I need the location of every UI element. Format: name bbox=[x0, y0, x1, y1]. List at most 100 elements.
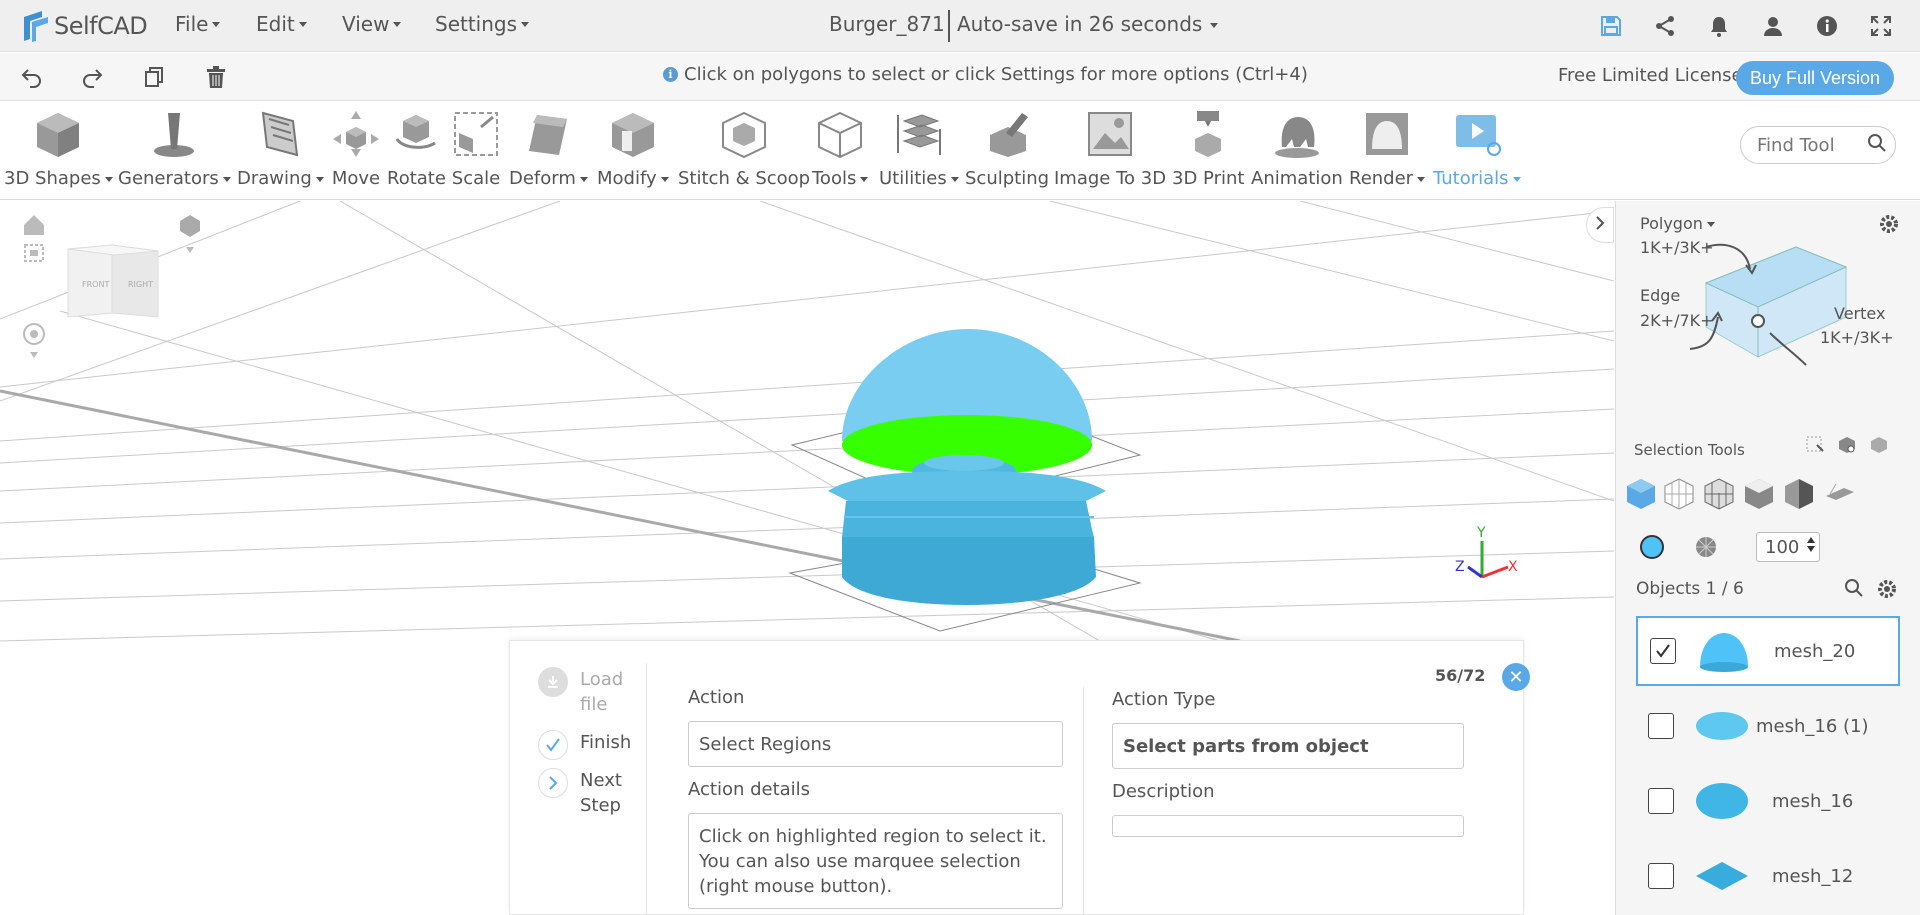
fit-view-icon[interactable] bbox=[24, 244, 44, 262]
select-face-grid-icon[interactable] bbox=[1702, 476, 1736, 510]
tool-tutorials[interactable]: Tutorials bbox=[1433, 102, 1521, 200]
tool-3d-print[interactable]: 3D Print bbox=[1172, 102, 1244, 200]
bell-icon[interactable] bbox=[1705, 12, 1733, 40]
collapse-panel-button[interactable] bbox=[1586, 207, 1614, 243]
vertex-label[interactable]: Vertex bbox=[1834, 304, 1885, 323]
object-row-mesh-20[interactable]: mesh_20 bbox=[1636, 616, 1900, 686]
action-details-field: Click on highlighted region to select it… bbox=[688, 813, 1063, 909]
tool-modify[interactable]: Modify bbox=[597, 102, 669, 200]
object-row-mesh-16[interactable]: mesh_16 bbox=[1636, 766, 1900, 836]
chevron-down-icon bbox=[1417, 176, 1426, 182]
color-swatch[interactable] bbox=[1640, 535, 1664, 559]
marquee-select-icon[interactable] bbox=[1805, 435, 1825, 460]
user-icon[interactable] bbox=[1759, 12, 1787, 40]
tool-generators[interactable]: Generators bbox=[118, 102, 231, 200]
object-checkbox[interactable] bbox=[1648, 863, 1674, 889]
object-row-mesh-16-1[interactable]: mesh_16 (1) bbox=[1636, 691, 1900, 761]
info-icon[interactable] bbox=[1813, 12, 1841, 40]
find-tool-input[interactable] bbox=[1757, 134, 1867, 156]
select-object-icon[interactable] bbox=[1624, 476, 1658, 510]
logo-text: SelfCAD bbox=[54, 12, 148, 40]
selfcad-logo[interactable]: SelfCAD bbox=[20, 6, 148, 46]
close-tutorial-button[interactable]: ✕ bbox=[1502, 663, 1530, 691]
tool-label: Modify bbox=[597, 168, 657, 189]
object-checkbox[interactable] bbox=[1648, 713, 1674, 739]
tool-scale[interactable]: Scale bbox=[449, 102, 503, 200]
sculpting-icon bbox=[980, 106, 1034, 162]
share-icon[interactable] bbox=[1651, 12, 1679, 40]
tool-stitch-scoop[interactable]: Stitch & Scoop bbox=[678, 102, 810, 200]
select-polygon-grid-icon[interactable] bbox=[1662, 476, 1696, 510]
document-title[interactable]: Burger_871 bbox=[829, 12, 945, 36]
info-icon: i bbox=[663, 67, 678, 82]
tool-3d-shapes[interactable]: 3D Shapes bbox=[4, 102, 113, 200]
tool-label: Deform bbox=[509, 168, 576, 189]
object-checkbox[interactable] bbox=[1650, 638, 1676, 664]
selection-tools-label: Selection Tools bbox=[1634, 441, 1745, 459]
view-cube[interactable]: FRONT RIGHT bbox=[67, 244, 159, 318]
search-icon[interactable] bbox=[1867, 133, 1887, 158]
chevron-down-icon bbox=[298, 21, 307, 27]
find-tool-search[interactable] bbox=[1740, 126, 1896, 164]
license-label: Free Limited License bbox=[1558, 65, 1743, 86]
scale-icon bbox=[449, 106, 503, 162]
object-checkbox[interactable] bbox=[1648, 788, 1674, 814]
rotate-icon bbox=[389, 106, 443, 162]
stepper-arrows-icon[interactable] bbox=[1807, 537, 1815, 552]
title-separator bbox=[948, 10, 950, 42]
select-all-icon[interactable] bbox=[1869, 435, 1889, 460]
object-row-mesh-12[interactable]: mesh_12 bbox=[1636, 841, 1900, 911]
redo-icon[interactable] bbox=[78, 63, 106, 91]
select-connected-icon[interactable] bbox=[1837, 435, 1857, 460]
buy-full-version-button[interactable]: Buy Full Version bbox=[1736, 61, 1894, 95]
brush-size-value: 100 bbox=[1765, 536, 1800, 558]
search-icon[interactable] bbox=[1844, 578, 1864, 603]
action-type-field: Select parts from object bbox=[1112, 723, 1464, 769]
chevron-down-icon bbox=[521, 21, 530, 27]
tool-drawing[interactable]: Drawing bbox=[237, 102, 324, 200]
step-finish[interactable]: Finish bbox=[538, 730, 650, 760]
menu-edit[interactable]: Edit bbox=[256, 12, 307, 36]
camera-target-icon[interactable] bbox=[23, 323, 45, 358]
tool-sculpting[interactable]: Sculpting bbox=[965, 102, 1049, 200]
chevron-down-icon bbox=[660, 176, 669, 182]
mesh-dome-icon bbox=[1694, 626, 1754, 676]
edge-count: 2K+/7K+ bbox=[1640, 311, 1714, 330]
select-edge-icon[interactable] bbox=[1742, 476, 1776, 510]
tool-move[interactable]: Move bbox=[329, 102, 383, 200]
view-cube-front-label: FRONT bbox=[82, 280, 109, 289]
gear-icon[interactable] bbox=[1878, 213, 1900, 240]
select-half-icon[interactable] bbox=[1782, 476, 1816, 510]
copy-icon[interactable] bbox=[140, 63, 168, 91]
step-load-file[interactable]: Load file bbox=[538, 667, 640, 717]
save-icon[interactable] bbox=[1597, 12, 1625, 40]
tool-utilities[interactable]: Utilities bbox=[879, 102, 959, 200]
burger-model[interactable] bbox=[828, 329, 1106, 605]
brush-size-stepper[interactable]: 100 bbox=[1756, 532, 1820, 562]
3d-print-icon bbox=[1181, 106, 1235, 162]
chevron-down-icon bbox=[222, 176, 231, 182]
tool-tools[interactable]: Tools bbox=[812, 102, 869, 200]
select-plane-icon[interactable] bbox=[1822, 476, 1856, 510]
menu-view[interactable]: View bbox=[342, 12, 402, 36]
home-icon[interactable] bbox=[24, 215, 44, 235]
fullscreen-icon[interactable] bbox=[1867, 12, 1895, 40]
step-next[interactable]: Next Step bbox=[538, 768, 640, 818]
undo-icon[interactable] bbox=[18, 63, 46, 91]
edge-label[interactable]: Edge bbox=[1640, 286, 1680, 305]
tool-deform[interactable]: Deform bbox=[509, 102, 588, 200]
tool-label: Scale bbox=[451, 168, 501, 189]
step-label: Load file bbox=[580, 669, 624, 715]
tool-animation[interactable]: Animation bbox=[1251, 102, 1343, 200]
tool-render[interactable]: Render bbox=[1349, 102, 1426, 200]
menu-file[interactable]: File bbox=[175, 12, 221, 36]
tutorial-panel: Load file Finish Next Step Action Select… bbox=[509, 640, 1530, 915]
hint-message: i Click on polygons to select or click S… bbox=[663, 64, 1308, 85]
gear-icon[interactable] bbox=[1876, 578, 1898, 605]
tool-image-to-3d[interactable]: Image To 3D bbox=[1054, 102, 1166, 200]
tool-rotate[interactable]: Rotate bbox=[387, 102, 446, 200]
autosave-dropdown[interactable]: Auto-save in 26 seconds bbox=[957, 12, 1219, 36]
trash-icon[interactable] bbox=[202, 63, 230, 91]
menu-settings[interactable]: Settings bbox=[435, 12, 530, 36]
texture-sphere-icon[interactable] bbox=[1694, 535, 1718, 564]
